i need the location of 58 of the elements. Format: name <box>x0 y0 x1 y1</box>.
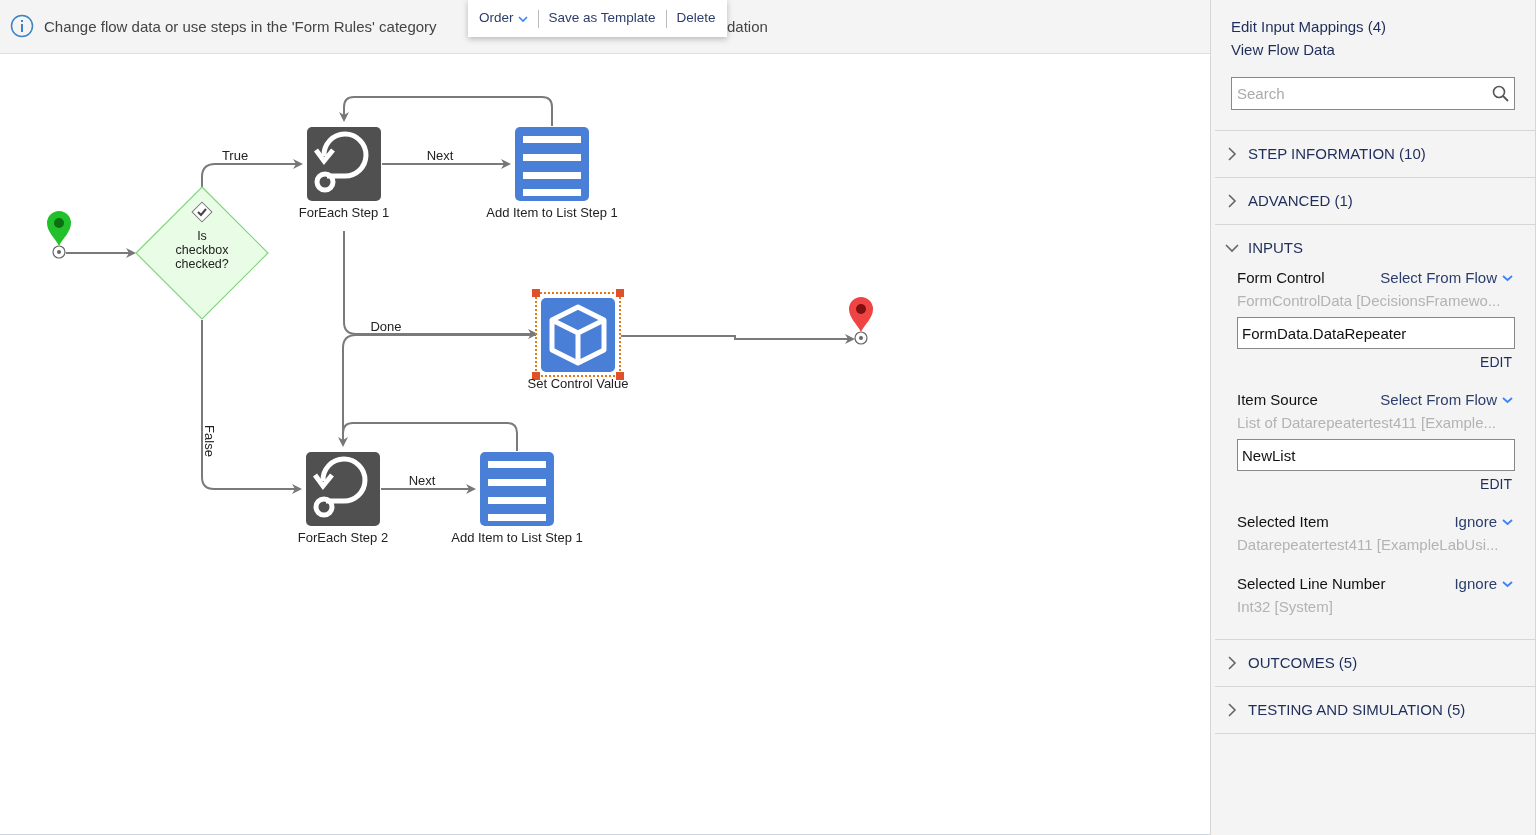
panel-link[interactable]: View Flow Data <box>1231 39 1335 60</box>
chevron-right-icon <box>1225 194 1239 208</box>
section-header[interactable]: ADVANCED (1) <box>1215 178 1535 224</box>
decision-label: Is checkbox checked? <box>174 229 230 271</box>
connector-label: Done <box>370 319 402 334</box>
connector-label: True <box>221 148 249 163</box>
input-type: FormControlData [DecisionsFramewo... <box>1237 291 1502 311</box>
panel-link[interactable]: Edit Input Mappings (4) <box>1231 16 1387 37</box>
info-icon <box>10 14 34 38</box>
toolbar-button[interactable]: Save as Template <box>543 8 661 29</box>
loop-step-icon[interactable] <box>306 452 380 526</box>
step-label: Add Item to List Step 1 <box>451 530 583 545</box>
section-header[interactable]: OUTCOMES (5) <box>1215 640 1535 686</box>
order-dropdown[interactable]: Order <box>474 8 533 29</box>
start-pin-icon[interactable] <box>47 211 71 259</box>
chevron-down-icon <box>517 14 528 23</box>
toolbar-button[interactable]: Delete <box>671 8 721 29</box>
input-label: Selected Item <box>1237 511 1329 532</box>
section-header[interactable]: STEP INFORMATION (10) <box>1215 131 1535 177</box>
loop-step-icon[interactable] <box>307 127 381 201</box>
info-text: Change flow data or use steps in the 'Form Rules' category <box>44 17 438 37</box>
end-pin-icon[interactable] <box>849 297 873 345</box>
input-field[interactable]: NewList <box>1237 439 1515 471</box>
connector-label: False <box>202 425 217 457</box>
chevron-down-icon <box>1502 518 1513 526</box>
list-step-icon[interactable] <box>480 452 554 526</box>
step-label: ForEach Step 1 <box>298 205 390 220</box>
list-step-icon[interactable] <box>515 127 589 201</box>
chevron-right-icon <box>1225 656 1239 670</box>
connector-arrow <box>65 248 136 258</box>
chevron-down-icon <box>1502 396 1513 404</box>
input-label: Item Source <box>1237 389 1318 410</box>
chevron-down-icon <box>1225 241 1239 255</box>
input-type: Datarepeatertest411 [ExampleLabUsi... <box>1237 535 1500 555</box>
step-label: ForEach Step 2 <box>297 530 389 545</box>
chevron-right-icon <box>1225 147 1239 161</box>
mapping-dropdown[interactable]: Ignore <box>1454 510 1515 534</box>
decision-diamond[interactable] <box>135 186 269 320</box>
input-type: Int32 [System] <box>1237 597 1334 617</box>
search-icon <box>1492 85 1509 102</box>
mapping-dropdown[interactable]: Ignore <box>1454 572 1515 596</box>
cube-step-icon[interactable] <box>541 298 615 372</box>
info-text: dation <box>727 17 768 37</box>
chevron-right-icon <box>1225 703 1239 717</box>
chevron-down-icon <box>1502 580 1513 588</box>
mapping-dropdown[interactable]: Select From Flow <box>1380 388 1515 412</box>
step-label: Set Control Value <box>527 376 629 391</box>
chevron-down-icon <box>1502 274 1513 282</box>
step-label: Add Item to List Step 1 <box>486 205 618 220</box>
search-field[interactable]: Search <box>1231 77 1515 110</box>
input-type: List of Datarepeatertest411 [Example... <box>1237 413 1498 433</box>
connector-label: Next <box>408 473 436 488</box>
edit-link[interactable]: EDIT <box>1480 474 1515 495</box>
edit-link[interactable]: EDIT <box>1480 352 1515 373</box>
connector-label: Next <box>426 148 454 163</box>
input-field[interactable]: FormData.DataRepeater <box>1237 317 1515 349</box>
input-label: Selected Line Number <box>1237 573 1386 594</box>
section-header[interactable]: TESTING AND SIMULATION (5) <box>1215 687 1535 733</box>
